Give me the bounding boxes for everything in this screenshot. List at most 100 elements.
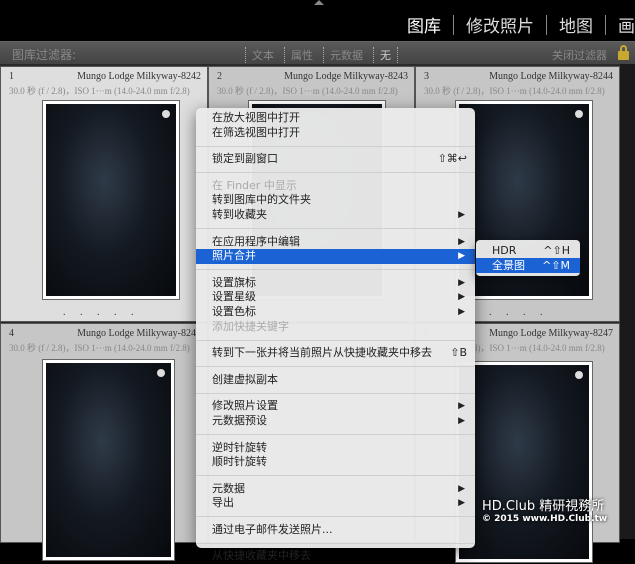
menu-item-label: 元数据 xyxy=(212,481,245,495)
submenu-arrow-icon: ▶ xyxy=(458,251,465,262)
menu-item-label: HDR xyxy=(492,244,517,257)
menu-item[interactable]: 在筛选视图中打开 xyxy=(196,126,475,141)
photo-thumbnail[interactable] xyxy=(42,359,175,561)
cell-index: 2 xyxy=(217,71,222,82)
submenu-arrow-icon: ▶ xyxy=(458,401,465,412)
menu-item[interactable]: 设置旗标 ▶ xyxy=(196,276,475,291)
menu-item-label: 元数据预设 xyxy=(212,413,267,427)
menu-item[interactable]: 转到图库中的文件夹 xyxy=(196,193,475,208)
grid-scrollbar[interactable] xyxy=(620,64,635,539)
menu-item-panorama[interactable]: 全景图 ^⇧M xyxy=(476,258,580,273)
menu-item: 在 Finder 中显示 xyxy=(196,179,475,194)
menu-item[interactable]: 在应用程序中编辑 ▶ xyxy=(196,235,475,250)
menu-item[interactable]: 转到收藏夹 ▶ xyxy=(196,208,475,223)
submenu-arrow-icon: ▶ xyxy=(458,498,465,509)
menu-item: 添加快捷关键字 xyxy=(196,320,475,335)
menu-item-label: 通过电子邮件发送照片... xyxy=(212,522,333,536)
menu-item[interactable]: 元数据预设 ▶ xyxy=(196,414,475,429)
photo-thumbnail[interactable] xyxy=(455,361,593,563)
module-book[interactable]: 画 xyxy=(606,12,635,37)
cell-metadata: 30.0 秒 (f / 2.8)，ISO 1···m (14.0-24.0 mm… xyxy=(424,86,605,96)
photo-thumbnail[interactable] xyxy=(42,100,180,300)
collapse-panel-caret-icon[interactable] xyxy=(314,0,324,5)
menu-item[interactable]: 照片合并 ▶ xyxy=(196,249,475,264)
filter-text[interactable]: 文本 xyxy=(245,47,280,63)
shortcut-label: ^⇧H xyxy=(543,244,570,257)
badge-icon xyxy=(575,371,583,379)
submenu-arrow-icon: ▶ xyxy=(458,483,465,494)
menu-item-label: 转到收藏夹 xyxy=(212,207,267,221)
menu-item-label: 设置色标 xyxy=(212,304,256,318)
cell-metadata: 30.0 秒 (f / 2.8)，ISO 1···m (14.0-24.0 mm… xyxy=(9,343,190,353)
menu-separator xyxy=(196,339,475,341)
cell-filename: Mungo Lodge Milkyway-8245 xyxy=(77,328,201,339)
star-rating[interactable]: . . . . . xyxy=(472,307,549,318)
badge-icon xyxy=(162,110,170,118)
module-library[interactable]: 图库 xyxy=(395,12,453,37)
menu-separator xyxy=(196,475,475,477)
menu-item[interactable]: 创建虚拟副本 xyxy=(196,373,475,388)
watermark: HD.Club 精研視務所 © 2015 www.HD.Club.tw xyxy=(482,495,607,524)
menu-item-label: 设置旗标 xyxy=(212,275,256,289)
menu-item[interactable]: 顺时针旋转 xyxy=(196,455,475,470)
menu-item-label: 锁定到副窗口 xyxy=(212,152,278,166)
grid-cell[interactable]: 1 Mungo Lodge Milkyway-8242 30.0 秒 (f / … xyxy=(0,66,208,322)
menu-item-label: 顺时针旋转 xyxy=(212,455,267,469)
lock-icon[interactable] xyxy=(618,45,629,60)
grid-cell[interactable]: 4 Mungo Lodge Milkyway-8245 30.0 秒 (f / … xyxy=(0,323,208,561)
cell-filename: Mungo Lodge Milkyway-8244 xyxy=(489,71,613,82)
menu-item-label: 在放大视图中打开 xyxy=(212,111,300,124)
top-bar: 图库 修改照片 地图 画 xyxy=(0,0,635,40)
star-rating[interactable]: . . . . . xyxy=(63,307,140,318)
menu-item[interactable]: 通过电子邮件发送照片... xyxy=(196,523,475,538)
library-filter-bar: 图库过滤器: 文本 属性 元数据 无 关闭过滤器 xyxy=(0,41,635,64)
menu-item[interactable]: 导出 ▶ xyxy=(196,496,475,511)
watermark-line2: © 2015 www.HD.Club.tw xyxy=(482,514,608,524)
menu-item[interactable]: 逆时针旋转 xyxy=(196,441,475,456)
close-filter-dropdown[interactable]: 关闭过滤器 xyxy=(552,47,607,63)
menu-item-label: 导出 xyxy=(212,496,234,510)
submenu-arrow-icon: ▶ xyxy=(458,277,465,288)
menu-separator xyxy=(196,228,475,230)
filter-none[interactable]: 无 xyxy=(373,47,398,63)
menu-item[interactable]: 修改照片设置 ▶ xyxy=(196,399,475,414)
submenu-arrow-icon: ▶ xyxy=(458,415,465,426)
submenu-arrow-icon: ▶ xyxy=(458,292,465,303)
menu-item-label: 全景图 xyxy=(492,259,525,272)
menu-separator xyxy=(196,172,475,174)
photo-merge-submenu: HDR ^⇧H 全景图 ^⇧M xyxy=(476,240,580,276)
module-develop[interactable]: 修改照片 xyxy=(454,12,546,37)
submenu-arrow-icon: ▶ xyxy=(458,236,465,247)
menu-separator xyxy=(196,269,475,271)
shortcut-label: ⇧B xyxy=(450,346,467,360)
menu-item-label: 转到图库中的文件夹 xyxy=(212,193,311,207)
cell-index: 1 xyxy=(9,71,14,82)
menu-separator xyxy=(196,392,475,394)
submenu-arrow-icon: ▶ xyxy=(458,209,465,220)
watermark-line1: HD.Club 精研視務所 xyxy=(482,499,605,514)
menu-item-label: 设置星级 xyxy=(212,290,256,304)
filter-metadata[interactable]: 元数据 xyxy=(323,47,369,63)
module-picker: 图库 修改照片 地图 画 xyxy=(395,12,635,37)
menu-item-hdr[interactable]: HDR ^⇧H xyxy=(476,243,580,258)
cell-filename: Mungo Lodge Milkyway-8247 xyxy=(489,328,613,339)
context-menu: 在放大视图中打开 在筛选视图中打开 锁定到副窗口 ⇧⌘↩ 在 Finder 中显示 转到图… xyxy=(196,108,475,562)
filter-attribute[interactable]: 属性 xyxy=(284,47,319,63)
shortcut-label: ⇧⌘↩ xyxy=(437,152,467,166)
menu-item[interactable]: 在放大视图中打开 xyxy=(196,111,475,126)
menu-item[interactable]: 设置色标 ▶ xyxy=(196,305,475,320)
menu-item-label: 照片合并 xyxy=(212,249,256,263)
menu-item[interactable]: 转到下一张并将当前照片从快捷收藏夹中移去 ⇧B xyxy=(196,346,475,361)
menu-item-label: 在 Finder 中显示 xyxy=(212,178,297,192)
menu-item-label: 修改照片设置 xyxy=(212,399,278,413)
module-map[interactable]: 地图 xyxy=(547,12,605,37)
menu-separator xyxy=(196,145,475,147)
shortcut-label: ^⇧M xyxy=(542,259,570,272)
menu-item[interactable]: 从快捷收藏夹中移去 xyxy=(196,549,475,564)
menu-item-label: 添加快捷关键字 xyxy=(212,319,289,333)
menu-item-label: 在筛选视图中打开 xyxy=(212,125,300,139)
menu-item[interactable]: 锁定到副窗口 ⇧⌘↩ xyxy=(196,152,475,167)
menu-separator xyxy=(196,542,475,544)
menu-item[interactable]: 设置星级 ▶ xyxy=(196,290,475,305)
menu-item[interactable]: 元数据 ▶ xyxy=(196,482,475,497)
